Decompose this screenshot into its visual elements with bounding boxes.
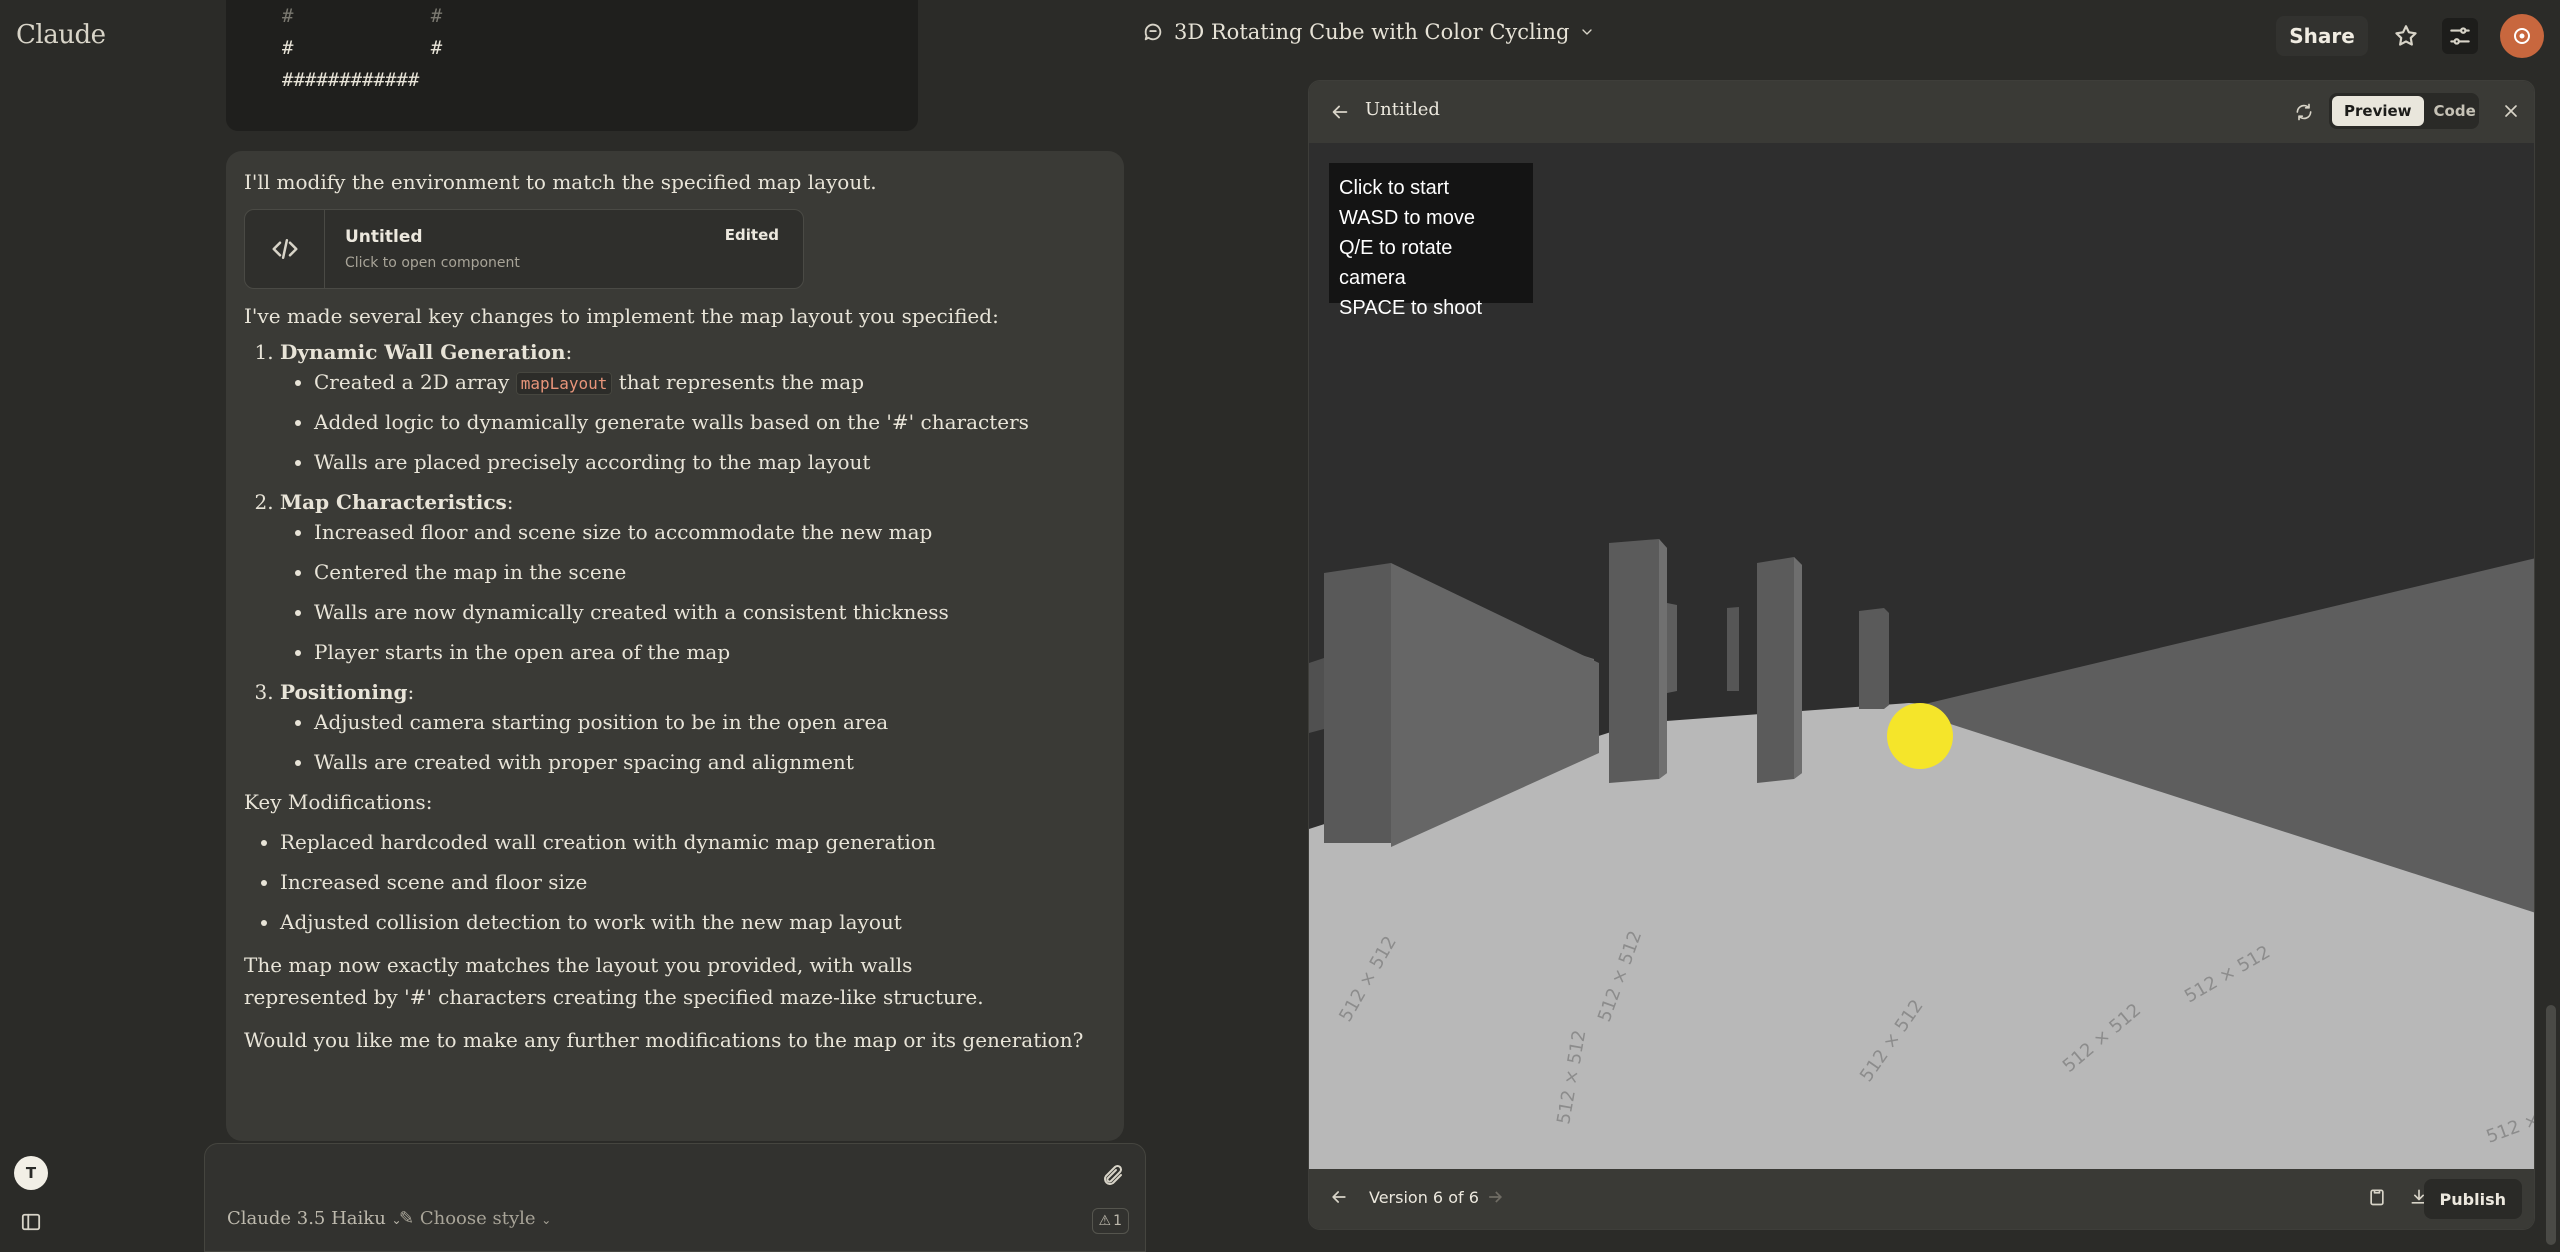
section-title: Dynamic Wall Generation xyxy=(280,340,566,364)
changes-list: Dynamic Wall Generation: Created a 2D ar… xyxy=(244,339,1106,775)
claude-logo[interactable]: Claude xyxy=(16,20,106,50)
key-mods-heading: Key Modifications: xyxy=(244,790,433,814)
context-counter[interactable]: ⚠ 1 xyxy=(1091,1208,1129,1234)
style-selector[interactable]: ✎ Choose style ⌄ xyxy=(399,1208,551,1229)
inline-code: mapLayout xyxy=(515,372,613,395)
message-question: Would you like me to make any further mo… xyxy=(244,1028,1084,1052)
key-mods-list: Replaced hardcoded wall creation with dy… xyxy=(244,829,1106,935)
version-label: Version 6 of 6 xyxy=(1369,1188,1479,1207)
conversation-title: 3D Rotating Cube with Color Cycling xyxy=(1174,20,1570,44)
list-item: Increased scene and floor size xyxy=(280,869,1106,895)
counter-value: 1 xyxy=(1113,1213,1122,1229)
refresh-button[interactable] xyxy=(2294,102,2314,126)
list-item: Walls are now dynamically created with a… xyxy=(314,599,1106,625)
list-item: Replaced hardcoded wall creation with dy… xyxy=(280,829,1106,855)
list-item: Adjusted camera starting position to be … xyxy=(314,709,1106,735)
artifact-footer: Version 6 of 6 Publish xyxy=(1309,1169,2534,1229)
close-icon xyxy=(2505,105,2517,117)
tab-code[interactable]: Code xyxy=(2424,96,2486,126)
copy-button[interactable] xyxy=(2367,1187,2387,1211)
sidebar-toggle[interactable] xyxy=(20,1212,42,1236)
close-button[interactable] xyxy=(2501,101,2521,125)
account-avatar[interactable] xyxy=(2500,14,2544,58)
tab-preview[interactable]: Preview xyxy=(2332,96,2424,126)
section-title: Map Characteristics xyxy=(280,490,507,514)
code-block-fragment: # # # # ############ xyxy=(226,0,918,131)
scrollbar[interactable] xyxy=(2546,1005,2556,1245)
message-intro: I'll modify the environment to match the… xyxy=(244,170,877,194)
chat-input-area[interactable]: Claude 3.5 Haiku ⌄ ✎ Choose style ⌄ ⚠ 1 xyxy=(204,1143,1146,1252)
artifact-card[interactable]: Untitled Click to open component Edited xyxy=(244,209,804,289)
star-icon xyxy=(2395,25,2417,46)
share-button[interactable]: Share xyxy=(2276,16,2368,56)
item-text: that represents the map xyxy=(612,370,865,394)
list-item: Walls are placed precisely according to … xyxy=(314,449,1106,475)
arrow-right-icon xyxy=(1489,1191,1503,1203)
code-icon xyxy=(245,210,325,288)
code-line: # # xyxy=(282,5,443,27)
pillar xyxy=(1609,539,1667,783)
sliders-icon xyxy=(2450,27,2470,45)
preview-canvas[interactable]: 512 × 512 512 × 512 512 × 512 512 × 512 … xyxy=(1309,143,2534,1171)
artifact-card-title: Untitled xyxy=(345,226,423,247)
back-button[interactable] xyxy=(1329,101,1351,127)
brush-icon: ✎ xyxy=(399,1208,415,1229)
message-closing: The map now exactly matches the layout y… xyxy=(244,953,984,1009)
model-label: Claude 3.5 Haiku xyxy=(227,1208,386,1229)
list-item: Map Characteristics: Increased floor and… xyxy=(280,489,1106,665)
user-avatar[interactable]: T xyxy=(14,1156,48,1190)
list-item: Added logic to dynamically generate wall… xyxy=(314,409,1106,435)
publish-button[interactable]: Publish xyxy=(2423,1179,2522,1219)
yellow-target xyxy=(1887,703,1953,769)
attach-button[interactable] xyxy=(1101,1164,1125,1192)
list-item: Adjusted collision detection to work wit… xyxy=(280,909,1106,935)
arrow-left-icon xyxy=(1332,1191,1346,1203)
code-line: # # xyxy=(282,37,443,59)
paperclip-icon xyxy=(1104,1164,1123,1185)
list-item: Increased floor and scene size to accomm… xyxy=(314,519,1106,545)
game-hud: Click to start WASD to move Q/E to rotat… xyxy=(1329,163,1533,319)
arrow-left-icon xyxy=(1332,105,1348,119)
flask-icon: ⚠ xyxy=(1098,1213,1112,1229)
artifact-panel: Untitled Preview Code 512 × 512 512 × 51… xyxy=(1308,80,2535,1230)
model-selector[interactable]: Claude 3.5 Haiku ⌄ xyxy=(227,1208,402,1229)
list-item: Centered the map in the scene xyxy=(314,559,1106,585)
code-line: ############ xyxy=(282,69,420,91)
chat-bubble-icon xyxy=(1144,23,1162,41)
item-text: Created a 2D array xyxy=(314,370,516,394)
style-label: Choose style xyxy=(419,1208,536,1229)
clipboard-icon xyxy=(2370,1189,2384,1206)
settings-button[interactable] xyxy=(2442,18,2478,54)
list-item: Dynamic Wall Generation: Created a 2D ar… xyxy=(280,339,1106,475)
chevron-down-icon: ⌄ xyxy=(541,1213,552,1227)
refresh-icon xyxy=(2296,103,2312,121)
prev-version-button[interactable] xyxy=(1329,1187,1349,1211)
message-summary: I've made several key changes to impleme… xyxy=(244,304,999,328)
list-item: Created a 2D array mapLayout that repres… xyxy=(314,369,1106,395)
list-item: Walls are created with proper spacing an… xyxy=(314,749,1106,775)
left-wall-side xyxy=(1324,563,1391,843)
artifact-header: Untitled Preview Code xyxy=(1309,81,2534,143)
hud-line: SPACE to shoot xyxy=(1339,297,1483,319)
hud-line: WASD to move xyxy=(1339,207,1475,229)
hud-line: Click to start xyxy=(1339,177,1450,199)
artifact-card-subtitle: Click to open component xyxy=(345,254,520,271)
chevron-down-icon xyxy=(1582,29,1593,35)
section-title: Positioning xyxy=(280,680,408,704)
next-version-button[interactable] xyxy=(1485,1187,1505,1211)
artifact-title: Untitled xyxy=(1365,99,1440,120)
conversation-title-dropdown[interactable]: 3D Rotating Cube with Color Cycling xyxy=(1142,20,1595,44)
star-button[interactable] xyxy=(2388,18,2424,54)
sidebar-icon xyxy=(21,1213,41,1231)
list-item: Player starts in the open area of the ma… xyxy=(314,639,1106,665)
assistant-message: I'll modify the environment to match the… xyxy=(226,151,1124,1141)
list-item: Positioning: Adjusted camera starting po… xyxy=(280,679,1106,775)
view-toggle: Preview Code xyxy=(2329,93,2479,129)
hud-line: Q/E to rotate camera xyxy=(1339,237,1453,289)
profile-icon xyxy=(2514,28,2530,44)
edited-badge: Edited xyxy=(724,226,779,244)
